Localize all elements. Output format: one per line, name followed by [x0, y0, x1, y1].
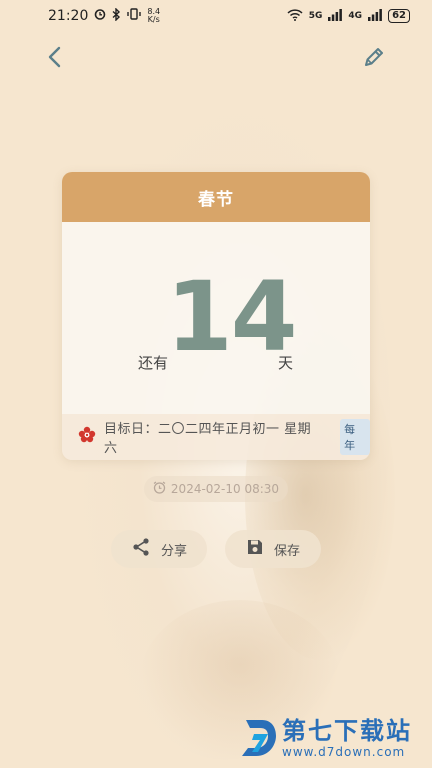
wifi-icon: [287, 8, 303, 24]
signal-4g-label: 4G: [348, 11, 363, 21]
watermark-url: www.d7down.com: [282, 745, 406, 759]
d7-logo-icon: [238, 716, 278, 760]
watermark-text: 第七下载站 www.d7down.com: [282, 717, 412, 759]
signal-strength-icon: [368, 8, 382, 24]
watermark-title: 第七下载站: [282, 717, 412, 745]
edit-button[interactable]: [358, 43, 390, 75]
save-label: 保存: [273, 543, 300, 559]
battery-indicator: 62: [388, 9, 410, 23]
share-icon: [131, 537, 151, 561]
card-header: 春节: [62, 172, 370, 222]
days-remaining: 14: [166, 261, 298, 373]
chevron-left-icon: [47, 46, 63, 72]
watermark: 第七下载站 www.d7down.com: [238, 716, 412, 760]
pencil-icon: [362, 45, 386, 73]
network-speed-unit: K/s: [147, 15, 160, 24]
network-speed: 8.4 K/s: [147, 8, 160, 24]
flower-icon: [78, 426, 96, 448]
signal-strength-icon: [328, 8, 343, 24]
repeat-badge: 每年: [340, 419, 370, 455]
timestamp-text: 2024-02-10 08:30: [170, 482, 280, 496]
timestamp-pill: 2024-02-10 08:30: [144, 476, 288, 502]
back-button[interactable]: [40, 44, 70, 74]
target-date-label: 目标日：二〇二四年正月初一 星期六: [104, 422, 312, 456]
status-bar: 21:20 8.4 K/s 5G 4G 62: [0, 0, 432, 32]
share-button[interactable]: 分享: [111, 530, 207, 568]
days-prefix-label: 还有: [138, 354, 169, 372]
alarm-clock-icon: [153, 481, 166, 497]
card-body: 还有 14 天: [62, 222, 370, 414]
signal-5g-label: 5G: [308, 11, 323, 21]
save-icon: [246, 538, 264, 560]
card-footer: 目标日：二〇二四年正月初一 星期六 每年: [62, 414, 370, 460]
status-left: 21:20 8.4 K/s: [48, 6, 160, 25]
countdown-card: 春节 还有 14 天 目标日：二〇二四年正月初一 星期六 每年: [62, 172, 370, 460]
days-suffix-label: 天: [278, 354, 294, 372]
status-right: 5G 4G 62: [287, 8, 410, 24]
status-time: 21:20: [48, 8, 89, 24]
bluetooth-icon: [112, 6, 121, 25]
vibrate-icon: [127, 8, 142, 24]
event-title: 春节: [198, 189, 234, 210]
share-label: 分享: [160, 543, 187, 559]
save-button[interactable]: 保存: [225, 530, 321, 568]
alarm-icon: [94, 8, 106, 24]
